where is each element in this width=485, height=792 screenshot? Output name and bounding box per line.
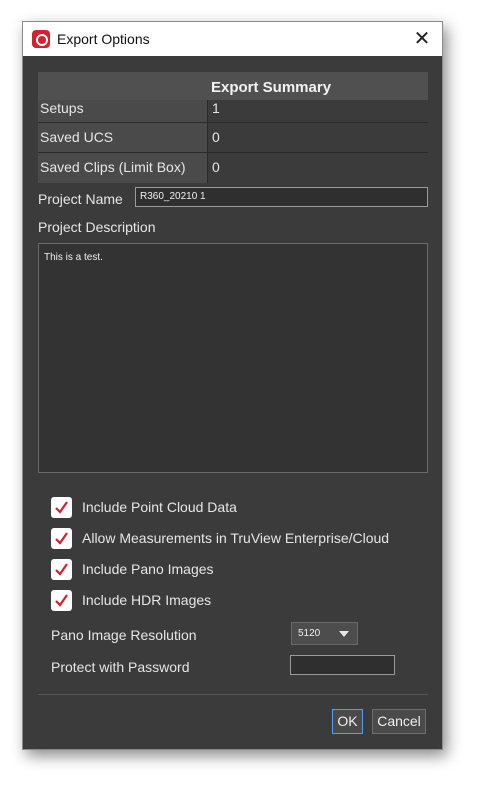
app-logo-icon xyxy=(32,30,50,48)
include-pano-images-label: Include Pano Images xyxy=(82,561,214,577)
summary-row-label: Saved UCS xyxy=(38,123,208,152)
summary-row-setups: Setups 1 xyxy=(38,100,428,122)
pano-resolution-value: 5120 xyxy=(298,628,321,639)
summary-row-value: 0 xyxy=(212,129,220,145)
summary-row-value: 1 xyxy=(212,100,220,116)
include-hdr-images-checkbox[interactable] xyxy=(51,590,72,611)
include-point-cloud-label: Include Point Cloud Data xyxy=(82,499,237,515)
dialog-title: Export Options xyxy=(57,31,150,47)
divider xyxy=(38,694,428,695)
checkmark-icon xyxy=(55,594,68,607)
pano-resolution-select[interactable]: 5120 xyxy=(291,622,358,645)
summary-header: Export Summary xyxy=(38,72,428,100)
summary-row-value: 0 xyxy=(212,159,220,175)
summary-row-label: Setups xyxy=(38,100,208,122)
project-description-textarea[interactable]: This is a test. xyxy=(38,243,428,473)
allow-measurements-checkbox[interactable] xyxy=(51,528,72,549)
close-icon[interactable]: ✕ xyxy=(408,25,436,53)
password-label: Protect with Password xyxy=(51,659,190,675)
project-name-input[interactable]: R360_20210 1 xyxy=(135,187,428,207)
password-input[interactable] xyxy=(290,655,395,675)
export-summary-table: Export Summary Setups 1 Saved UCS 0 Save… xyxy=(38,72,428,199)
include-hdr-images-label: Include HDR Images xyxy=(82,592,212,608)
checkmark-icon xyxy=(55,501,68,514)
cancel-button[interactable]: Cancel xyxy=(372,709,426,734)
project-name-label: Project Name xyxy=(38,191,123,207)
project-description-label: Project Description xyxy=(38,219,156,235)
checkmark-icon xyxy=(55,532,68,545)
allow-measurements-label: Allow Measurements in TruView Enterprise… xyxy=(82,530,390,546)
checkmark-icon xyxy=(55,563,68,576)
ok-button[interactable]: OK xyxy=(332,709,363,734)
summary-row-saved-clips: Saved Clips (Limit Box) 0 xyxy=(38,152,428,183)
title-bar: Export Options ✕ xyxy=(23,22,442,56)
include-pano-images-checkbox[interactable] xyxy=(51,559,72,580)
export-options-dialog: Export Options ✕ Export Summary Setups 1… xyxy=(22,21,443,750)
summary-row-label: Saved Clips (Limit Box) xyxy=(38,153,208,183)
chevron-down-icon xyxy=(339,631,349,637)
pano-resolution-label: Pano Image Resolution xyxy=(51,627,197,643)
summary-header-label: Export Summary xyxy=(211,79,332,96)
include-point-cloud-checkbox[interactable] xyxy=(51,497,72,518)
summary-row-saved-ucs: Saved UCS 0 xyxy=(38,122,428,152)
